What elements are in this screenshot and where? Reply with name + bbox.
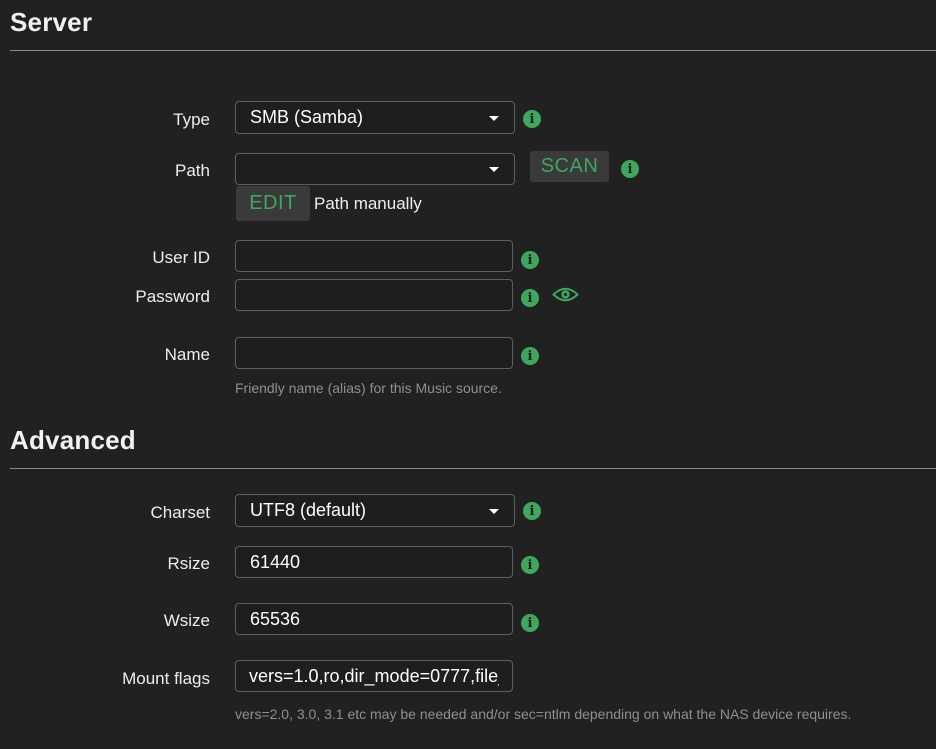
chevron-down-icon [489, 115, 499, 121]
section-divider-advanced [10, 468, 936, 469]
section-title-advanced: Advanced [10, 425, 136, 455]
info-icon[interactable]: i [521, 556, 539, 574]
section-title-server: Server [10, 7, 93, 37]
chevron-down-icon [489, 167, 499, 172]
name-label: Name [164, 345, 210, 364]
info-icon[interactable]: i [521, 289, 539, 307]
charset-select[interactable]: UTF8 (default) [235, 494, 515, 527]
section-divider-server [10, 50, 936, 51]
rsize-input[interactable] [235, 546, 513, 578]
edit-path-button[interactable]: EDIT [236, 186, 310, 221]
user-id-input[interactable] [235, 240, 513, 272]
wsize-input[interactable] [235, 603, 513, 635]
password-input[interactable] [235, 279, 513, 311]
edit-path-suffix: Path manually [314, 194, 422, 213]
info-icon[interactable]: i [523, 110, 541, 128]
info-icon[interactable]: i [621, 160, 639, 178]
charset-select-value: UTF8 (default) [250, 500, 367, 520]
info-icon[interactable]: i [523, 502, 541, 520]
user-id-label: User ID [152, 248, 210, 267]
info-icon[interactable]: i [521, 347, 539, 365]
type-select[interactable]: SMB (Samba) [235, 101, 515, 134]
info-icon[interactable]: i [521, 614, 539, 632]
type-select-value: SMB (Samba) [250, 107, 364, 127]
charset-label: Charset [150, 503, 210, 522]
chevron-down-icon [489, 508, 499, 514]
info-icon[interactable]: i [521, 251, 539, 269]
mount-flags-input[interactable] [235, 660, 513, 692]
rsize-label: Rsize [167, 554, 210, 573]
eye-icon[interactable] [552, 285, 579, 304]
path-select[interactable] [235, 153, 515, 185]
name-input[interactable] [235, 337, 513, 369]
name-hint: Friendly name (alias) for this Music sou… [235, 380, 502, 396]
mount-flags-label: Mount flags [122, 669, 210, 688]
path-label: Path [175, 161, 210, 180]
wsize-label: Wsize [163, 611, 210, 630]
password-label: Password [135, 287, 210, 306]
mount-flags-hint: vers=2.0, 3.0, 3.1 etc may be needed and… [235, 706, 852, 722]
scan-button[interactable]: SCAN [530, 151, 609, 182]
type-label: Type [173, 110, 210, 129]
